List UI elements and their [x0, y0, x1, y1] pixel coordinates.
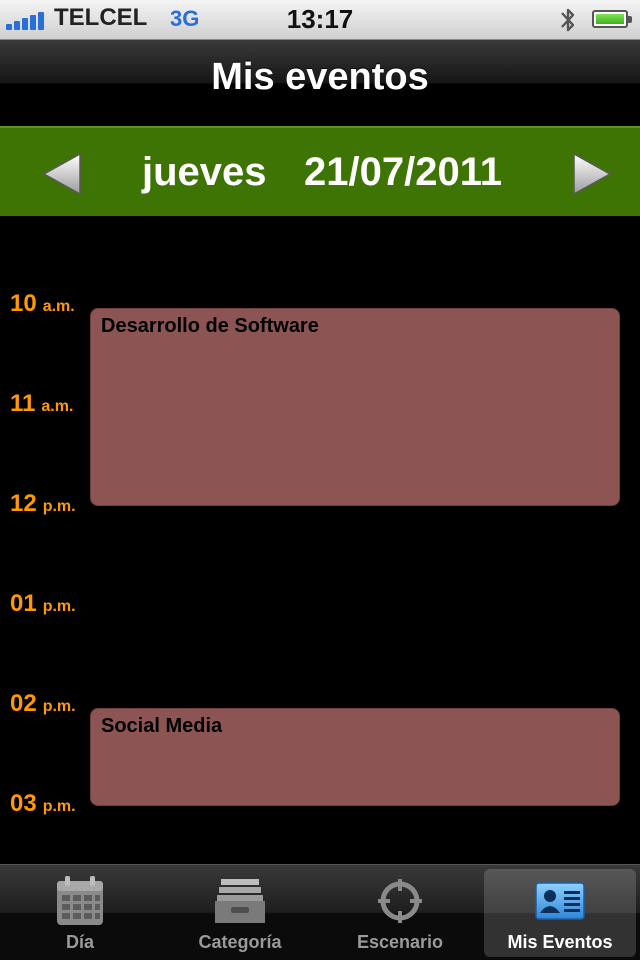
weekday-label: jueves: [142, 150, 267, 194]
tab-dia[interactable]: Día: [4, 869, 156, 957]
arrow-right-icon[interactable]: [570, 152, 614, 196]
tab-categoria[interactable]: Categoría: [164, 869, 316, 957]
arrow-left-icon[interactable]: [40, 152, 84, 196]
tab-label: Categoría: [198, 932, 282, 952]
tab-mis-eventos[interactable]: Mis Eventos: [484, 869, 636, 957]
hour-label: 02 p.m.: [10, 690, 76, 717]
target-icon: [378, 879, 422, 923]
tab-label: Mis Eventos: [507, 932, 613, 952]
contact-card-icon: [535, 882, 585, 920]
date-selector: jueves 21/07/2011: [0, 126, 640, 216]
battery-icon: [592, 10, 632, 28]
date-label: 21/07/2011: [304, 150, 502, 194]
hour-label: 11 a.m.: [10, 390, 74, 417]
bluetooth-icon: [561, 8, 575, 32]
inbox-tray-icon: [215, 879, 265, 923]
status-bar: TELCEL 3G 13:17: [0, 0, 640, 40]
tab-label: Día: [65, 932, 94, 952]
day-schedule[interactable]: 10 a.m. 11 a.m. 12 p.m. 01 p.m. 02 p.m. 03 p.m…: [0, 216, 640, 864]
hour-label: 12 p.m.: [10, 490, 76, 517]
event-title: Social Media: [101, 715, 223, 737]
navigation-bar: Mis eventos: [0, 40, 640, 126]
event-block[interactable]: Social Media: [90, 708, 620, 806]
hour-label: 03 p.m.: [10, 790, 76, 817]
hour-label: 01 p.m.: [10, 590, 76, 617]
page-title: Mis eventos: [211, 56, 429, 98]
status-time: 13:17: [286, 4, 354, 34]
tab-escenario[interactable]: Escenario: [324, 869, 476, 957]
hour-label: 10 a.m.: [10, 290, 75, 317]
event-title: Desarrollo de Software: [101, 315, 319, 337]
event-block[interactable]: Desarrollo de Software: [90, 308, 620, 506]
tab-bar: Día Categoría Escenario Mis Eventos: [0, 864, 640, 960]
tab-label: Escenario: [356, 932, 444, 952]
calendar-icon: [57, 876, 103, 925]
